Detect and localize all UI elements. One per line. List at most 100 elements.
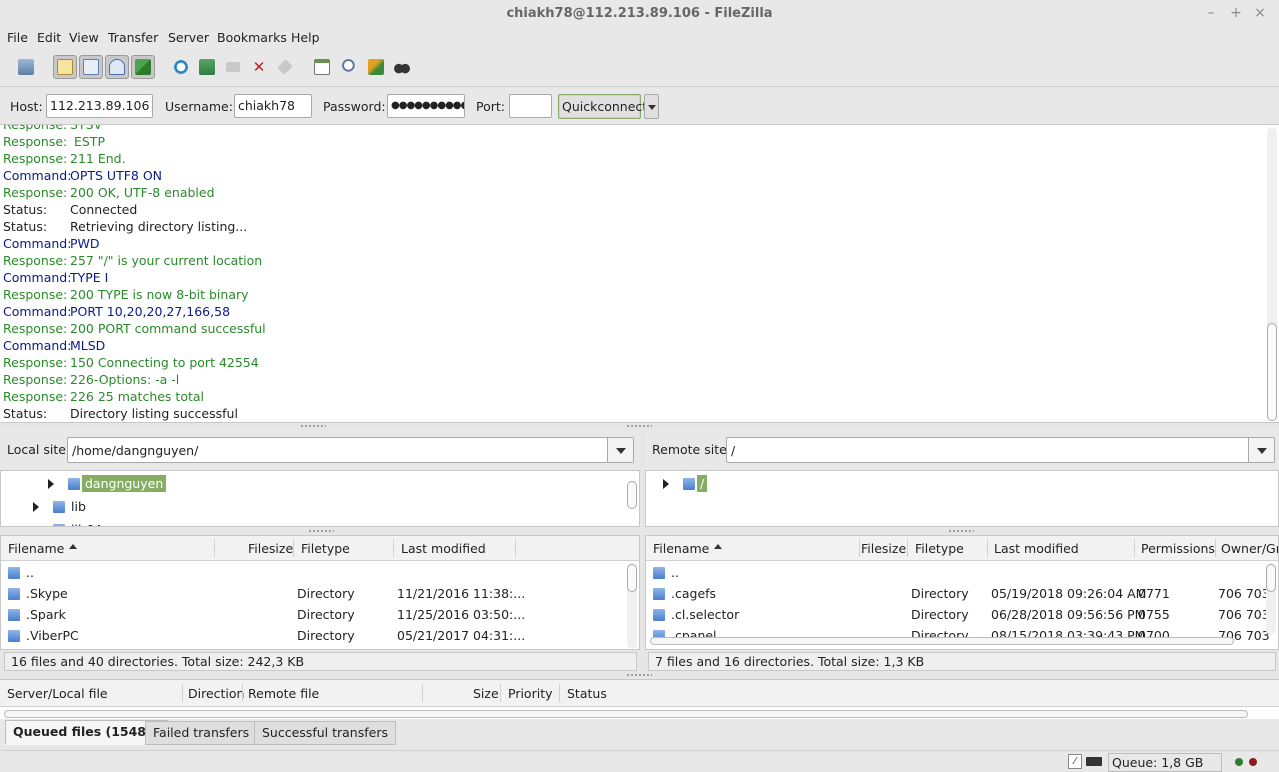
port-input[interactable] [509,94,552,118]
queue-size[interactable]: Queue: 1,8 GB [1108,753,1222,772]
col-last-modified[interactable]: Last modified [401,541,486,556]
process-queue-icon[interactable] [195,55,219,79]
menu-file[interactable]: File [7,30,28,45]
tree-node-dangnguyen[interactable]: dangnguyen [1,474,401,494]
menu-edit[interactable]: Edit [37,30,61,45]
tree-node-lib[interactable]: lib [1,497,401,517]
file-row[interactable]: .cagefs Directory 05/19/2018 09:26:04 AM 07… [646,583,1278,604]
remote-file-list[interactable]: Filename Filesize Filetype Last modified… [645,535,1279,650]
col-direction[interactable]: Direction [188,686,244,701]
expand-arrow-icon[interactable] [48,479,54,489]
sync-browse-icon[interactable] [364,55,388,79]
message-log[interactable]: Response: STSV Response: ESTP Response: 211 … [0,124,1279,423]
file-row[interactable]: .ViberPC Directory 05/21/2017 04:31:... [1,625,639,646]
toggle-remote-tree-icon[interactable] [105,55,129,79]
col-remote-file[interactable]: Remote file [248,686,319,701]
tree-splitter-handle[interactable] [308,529,334,533]
toggle-log-icon[interactable] [53,55,77,79]
col-size[interactable]: Size [473,686,499,701]
search-icon[interactable] [390,55,414,79]
host-input[interactable]: 112.213.89.106 [46,94,153,118]
log-line-kind: Command: [3,168,72,183]
compare-icon[interactable] [338,55,362,79]
queue-tabs: Queued files (15485) Failed transfers Su… [0,719,1279,746]
log-line-text: 226-Options: -a -l [70,372,180,387]
status-bar: ⁄ Queue: 1,8 GB [0,750,1279,772]
sort-ascending-icon [714,544,722,549]
col-filetype[interactable]: Filetype [915,541,964,556]
col-last-modified[interactable]: Last modified [994,541,1079,556]
col-filename[interactable]: Filename [8,541,64,556]
queue-hscrollbar[interactable] [4,710,1248,718]
log-line-kind: Command: [3,304,72,319]
log-splitter-handle-2[interactable] [626,424,652,428]
log-scrollbar-thumb[interactable] [1267,323,1277,421]
expand-arrow-icon[interactable] [33,502,39,512]
quickconnect-button[interactable]: Quickconnect [558,94,647,119]
refresh-icon[interactable] [169,55,193,79]
maximize-button[interactable]: + [1228,5,1244,21]
col-filename[interactable]: Filename [653,541,709,556]
menu-help[interactable]: Help [291,30,320,45]
col-filesize[interactable]: Filesize [248,541,293,556]
reconnect-icon[interactable] [273,55,297,79]
col-filesize[interactable]: Filesize [861,541,906,556]
log-line: Response: 200 TYPE is now 8-bit binary [3,287,249,304]
log-splitter-handle[interactable] [300,424,326,428]
expand-arrow-icon[interactable] [663,479,669,489]
chevron-down-icon[interactable] [607,438,633,462]
close-button[interactable]: × [1252,5,1268,21]
password-input[interactable]: ●●●●●●●●●●● [387,94,465,118]
file-row[interactable]: .. [1,562,639,583]
cell-perm: 0771 [1138,586,1170,601]
menu-view[interactable]: View [69,30,99,45]
col-priority[interactable]: Priority [508,686,553,701]
tree-splitter-handle-2[interactable] [948,529,974,533]
local-tree-scrollbar[interactable] [627,481,637,509]
toggle-local-tree-icon[interactable] [79,55,103,79]
local-file-scrollbar-thumb[interactable] [627,564,637,592]
file-row[interactable]: .cl.selector Directory 06/28/2018 09:56:56… [646,604,1278,625]
username-input[interactable]: chiakh78 [234,94,312,118]
disconnect-icon[interactable]: ✕ [247,55,271,79]
remote-hscrollbar[interactable] [650,637,1234,645]
site-manager-icon[interactable] [14,55,38,79]
window-title: chiakh78@112.213.89.106 - FileZilla [506,6,773,21]
minimize-button[interactable]: – [1203,5,1219,21]
file-row[interactable]: .Skype Directory 11/21/2016 11:38:... [1,583,639,604]
encryption-icon[interactable] [1086,757,1102,766]
toggle-queue-icon[interactable] [131,55,155,79]
tab-failed-transfers[interactable]: Failed transfers [145,721,258,745]
log-line-text: ESTP [70,134,105,149]
col-status[interactable]: Status [567,686,607,701]
chevron-down-icon[interactable] [1248,438,1274,462]
remote-file-scrollbar-thumb[interactable] [1266,564,1276,592]
menu-transfer[interactable]: Transfer [108,30,158,45]
col-server-local-file[interactable]: Server/Local file [7,686,108,701]
col-filetype[interactable]: Filetype [301,541,350,556]
tab-queued-files[interactable]: Queued files (15485) [5,720,169,745]
tab-successful-transfers[interactable]: Successful transfers [254,721,396,745]
col-owner-group[interactable]: Owner/Gro [1221,541,1278,556]
tree-node-root[interactable]: / [646,474,946,494]
menu-server[interactable]: Server [168,30,209,45]
transfer-queue[interactable]: Server/Local file Direction Remote file … [0,679,1279,719]
queue-splitter-handle[interactable] [626,673,652,677]
tree-node-lib64[interactable]: lib64 [1,520,401,526]
speed-limit-icon[interactable]: ⁄ [1068,754,1082,769]
remote-tree[interactable]: / [645,470,1279,527]
filter-icon[interactable] [310,55,334,79]
local-path-combo[interactable]: /home/dangnguyen/ [67,437,634,463]
remote-status: 7 files and 16 directories. Total size: … [648,652,1276,671]
queue-header: Server/Local file Direction Remote file … [0,680,1279,707]
menu-bookmarks[interactable]: Bookmarks [217,30,287,45]
cancel-icon[interactable] [221,55,245,79]
remote-path-combo[interactable]: / [726,437,1275,463]
local-tree[interactable]: dangnguyen lib lib64 [0,470,640,527]
file-row[interactable]: .. [646,562,1278,583]
file-row[interactable]: .Spark Directory 11/25/2016 03:50:... [1,604,639,625]
col-permissions[interactable]: Permissions [1141,541,1215,556]
quickconnect-dropdown-button[interactable] [644,94,659,119]
local-file-list[interactable]: Filename Filesize Filetype Last modified… [0,535,640,650]
tree-node-label: lib [71,499,86,514]
